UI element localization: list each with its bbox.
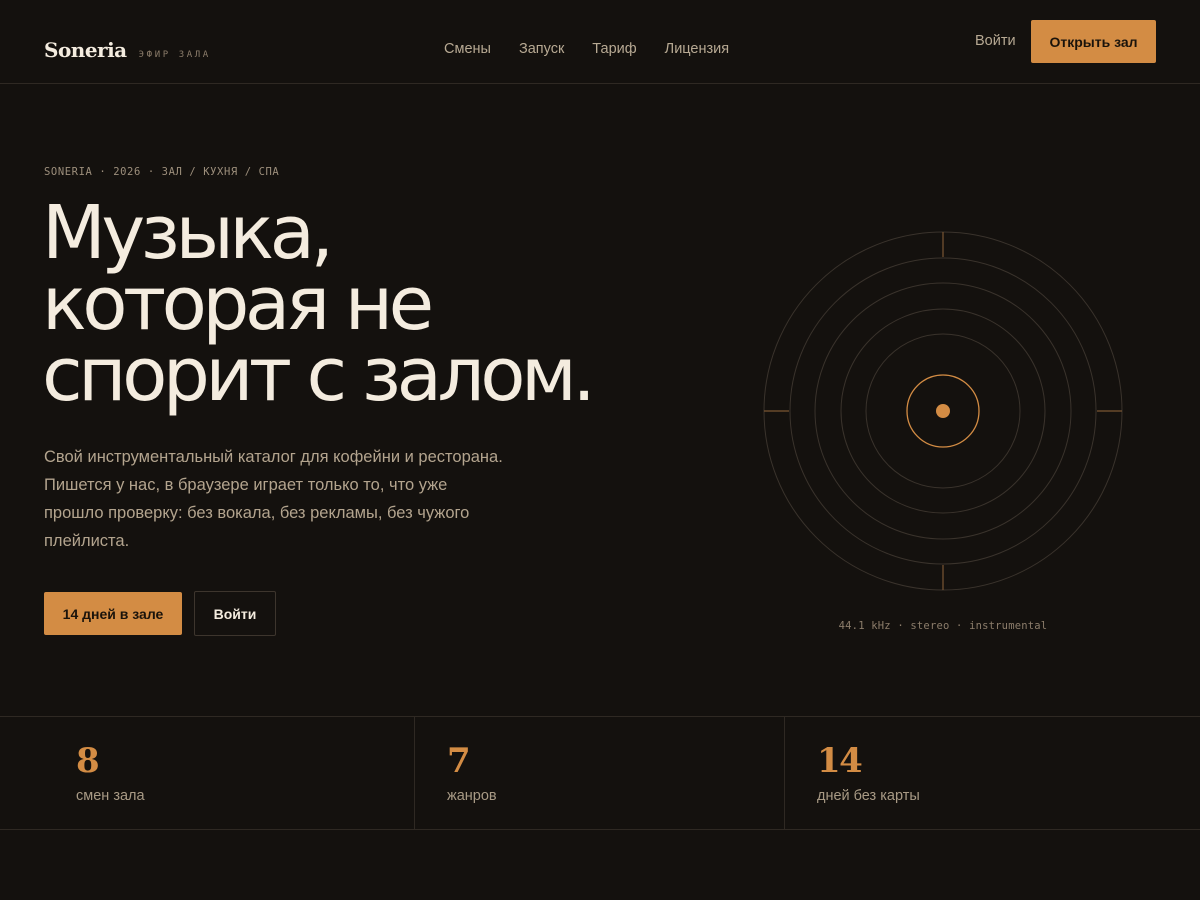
login-link[interactable]: Войти — [975, 33, 1016, 49]
hero-headline: Музыка, которая не спорит с залом. — [42, 190, 682, 418]
hero-lead: Свой инструментальный каталог для кофейн… — [44, 448, 503, 550]
stat-value: 14 — [817, 741, 863, 781]
brand[interactable]: Soneria ЭФИР ЗАЛА — [44, 38, 211, 62]
audio-spec-caption: 44.1 kHz · stereo · instrumental — [838, 620, 1048, 632]
nav-link-shifts[interactable]: Смены — [444, 41, 491, 57]
stat-value: 7 — [447, 741, 471, 781]
hero-login-button[interactable]: Войти — [194, 591, 276, 636]
brand-tagline: ЭФИР ЗАЛА — [138, 50, 211, 60]
stat-trial-days: 14 дней без карты — [784, 717, 1200, 829]
disc-spindle — [936, 404, 950, 418]
open-hall-button[interactable]: Открыть зал — [1031, 20, 1156, 63]
headline-line-2: которая не — [42, 261, 434, 347]
stat-label: смен зала — [76, 788, 145, 804]
headline-line-3: спорит с залом. — [42, 332, 596, 418]
stat-genres: 7 жанров — [414, 717, 784, 829]
headline-line-1: Музыка, — [42, 190, 334, 276]
stat-value: 8 — [76, 741, 100, 781]
site-header: Soneria ЭФИР ЗАЛА Смены Запуск Тариф Лиц… — [0, 0, 1200, 84]
main-nav: Смены Запуск Тариф Лицензия — [444, 41, 729, 57]
hero-eyebrow: SONERIA · 2026 · ЗАЛ / КУХНЯ / СПА — [44, 166, 280, 178]
stat-label: дней без карты — [817, 788, 920, 804]
trial-button[interactable]: 14 дней в зале — [44, 592, 182, 635]
stat-shifts: 8 смен зала — [0, 717, 414, 829]
stats-strip: 8 смен зала 7 жанров 14 дней без карты — [0, 716, 1200, 830]
nav-link-launch[interactable]: Запуск — [519, 41, 564, 57]
vinyl-disc-graphic — [763, 231, 1123, 591]
stat-label: жанров — [447, 788, 497, 804]
brand-logo[interactable]: Soneria — [44, 38, 127, 62]
nav-link-license[interactable]: Лицензия — [665, 41, 729, 57]
nav-link-pricing[interactable]: Тариф — [592, 41, 636, 57]
